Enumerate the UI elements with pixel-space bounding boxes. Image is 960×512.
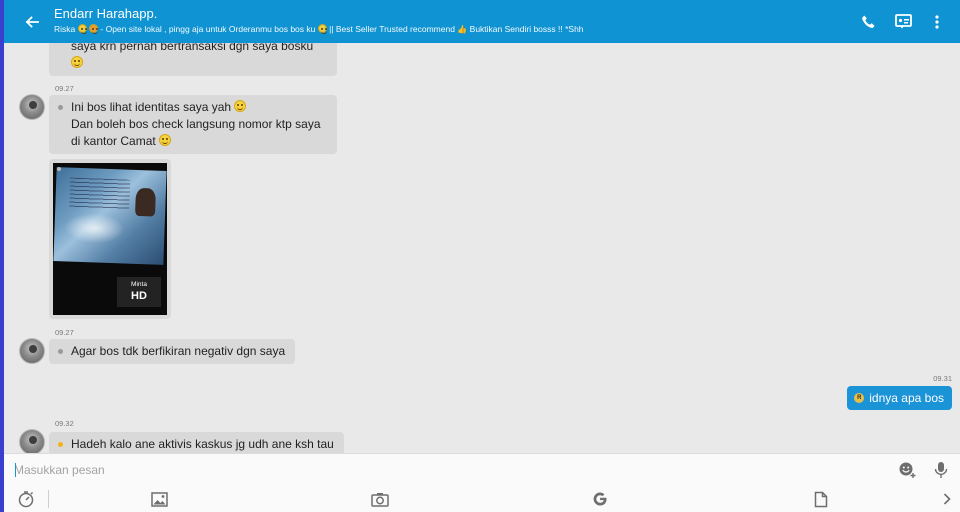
message-text: Hadeh kalo ane aktivis kaskus jg udh ane… xyxy=(71,437,334,451)
read-status-dot xyxy=(58,105,63,110)
voice-button[interactable] xyxy=(931,460,951,480)
attachment-toolbar xyxy=(4,485,960,512)
message-composer xyxy=(4,453,960,485)
read-status-dot xyxy=(58,349,63,354)
more-options-button[interactable] xyxy=(920,0,954,43)
sender-avatar[interactable] xyxy=(19,429,45,453)
timer-icon xyxy=(18,491,34,508)
smile-emoji-icon xyxy=(234,100,247,112)
image-message[interactable]: Minta HD xyxy=(49,159,171,319)
smile-emoji-icon xyxy=(71,56,83,68)
message-text: Agar bos tdk berfikiran negativ dgn saya xyxy=(71,344,286,358)
message-bubble-incoming[interactable]: Agar bos tdk berfikiran negativ dgn saya xyxy=(49,339,296,364)
message-timestamp: 09.32 xyxy=(55,419,74,428)
timer-button[interactable] xyxy=(15,488,37,510)
status-prefix: Riska xyxy=(54,24,76,34)
message-text: di kantor Camat xyxy=(71,134,160,148)
hd-badge-value: HD xyxy=(131,290,147,302)
chat-status: Riska - Open site lokal , pingg aja untu… xyxy=(54,22,852,37)
profile-button[interactable] xyxy=(886,0,920,43)
google-icon xyxy=(593,492,607,506)
read-status-dot xyxy=(57,167,61,171)
chevron-right-icon xyxy=(943,493,951,505)
message-text: Ini bos lihat identitas saya yah xyxy=(71,100,235,114)
emoji-button[interactable] xyxy=(898,460,918,480)
chat-header: Endarr Harahapp. Riska - Open site lokal… xyxy=(0,0,960,43)
camera-icon xyxy=(371,492,389,507)
message-text: idnya apa bos xyxy=(869,391,944,405)
message-timestamp: 09.27 xyxy=(55,328,74,337)
text-cursor xyxy=(15,463,16,477)
message-timestamp: 09.31 xyxy=(933,374,952,383)
status-text: - Open site lokal , pingg aja untuk Orde… xyxy=(100,24,318,34)
message-list[interactable]: saya krn pernah bertransaksi dgn saya bo… xyxy=(4,43,960,453)
image-thumbnail[interactable]: Minta HD xyxy=(53,163,167,315)
toolbar-divider xyxy=(48,490,49,508)
message-bubble-incoming[interactable]: Ini bos lihat identitas saya yah Dan bol… xyxy=(49,95,337,154)
message-bubble-outgoing[interactable]: R idnya apa bos xyxy=(847,386,952,410)
smile-emoji-icon xyxy=(159,134,172,146)
id-card-icon xyxy=(894,14,912,29)
message-timestamp: 09.27 xyxy=(55,84,74,93)
file-button[interactable] xyxy=(810,488,832,510)
wink-emoji-icon xyxy=(89,24,99,34)
gallery-button[interactable] xyxy=(148,488,170,510)
id-card-portrait xyxy=(135,187,156,217)
header-actions xyxy=(852,0,954,43)
status-suffix: || Best Seller Trusted recommend xyxy=(329,24,458,34)
arrow-left-icon xyxy=(25,15,39,28)
sender-avatar[interactable] xyxy=(19,338,45,364)
id-card-photo xyxy=(53,167,167,265)
emoji-add-icon xyxy=(899,462,916,478)
message-input[interactable] xyxy=(14,461,834,479)
hd-badge-label: Minta xyxy=(131,281,147,288)
chat-title-area[interactable]: Endarr Harahapp. Riska - Open site lokal… xyxy=(54,6,852,37)
message-bubble-incoming[interactable]: Hadeh kalo ane aktivis kaskus jg udh ane… xyxy=(49,432,344,453)
chat-title: Endarr Harahapp. xyxy=(54,6,158,21)
image-icon xyxy=(150,491,168,507)
sender-avatar[interactable] xyxy=(19,94,45,120)
smile-emoji-icon xyxy=(317,24,327,34)
badge-icon: R xyxy=(854,393,865,403)
message-text: saya krn pernah bertransaksi dgn saya bo… xyxy=(71,43,314,53)
message-bubble-incoming[interactable]: saya krn pernah bertransaksi dgn saya bo… xyxy=(49,43,337,76)
microphone-icon xyxy=(934,462,948,478)
request-hd-button[interactable]: Minta HD xyxy=(117,277,161,307)
file-icon xyxy=(814,491,828,507)
google-search-button[interactable] xyxy=(589,488,611,510)
more-vertical-icon xyxy=(935,14,939,29)
message-text: Dan boleh bos check langsung nomor ktp s… xyxy=(71,117,321,131)
thumbs-up-icon: 👍 xyxy=(457,25,468,34)
window-edge xyxy=(0,0,4,512)
camera-button[interactable] xyxy=(369,488,391,510)
photo-glare xyxy=(64,212,126,245)
id-card-text-lines xyxy=(69,177,131,210)
back-button[interactable] xyxy=(10,0,54,43)
status-end: Buktikan Sendiri bosss !! *Shh xyxy=(469,24,584,34)
hug-emoji-icon xyxy=(77,24,87,34)
unread-status-dot xyxy=(58,442,63,447)
phone-icon xyxy=(862,15,875,28)
call-button[interactable] xyxy=(852,0,886,43)
more-tools-button[interactable] xyxy=(936,488,958,510)
